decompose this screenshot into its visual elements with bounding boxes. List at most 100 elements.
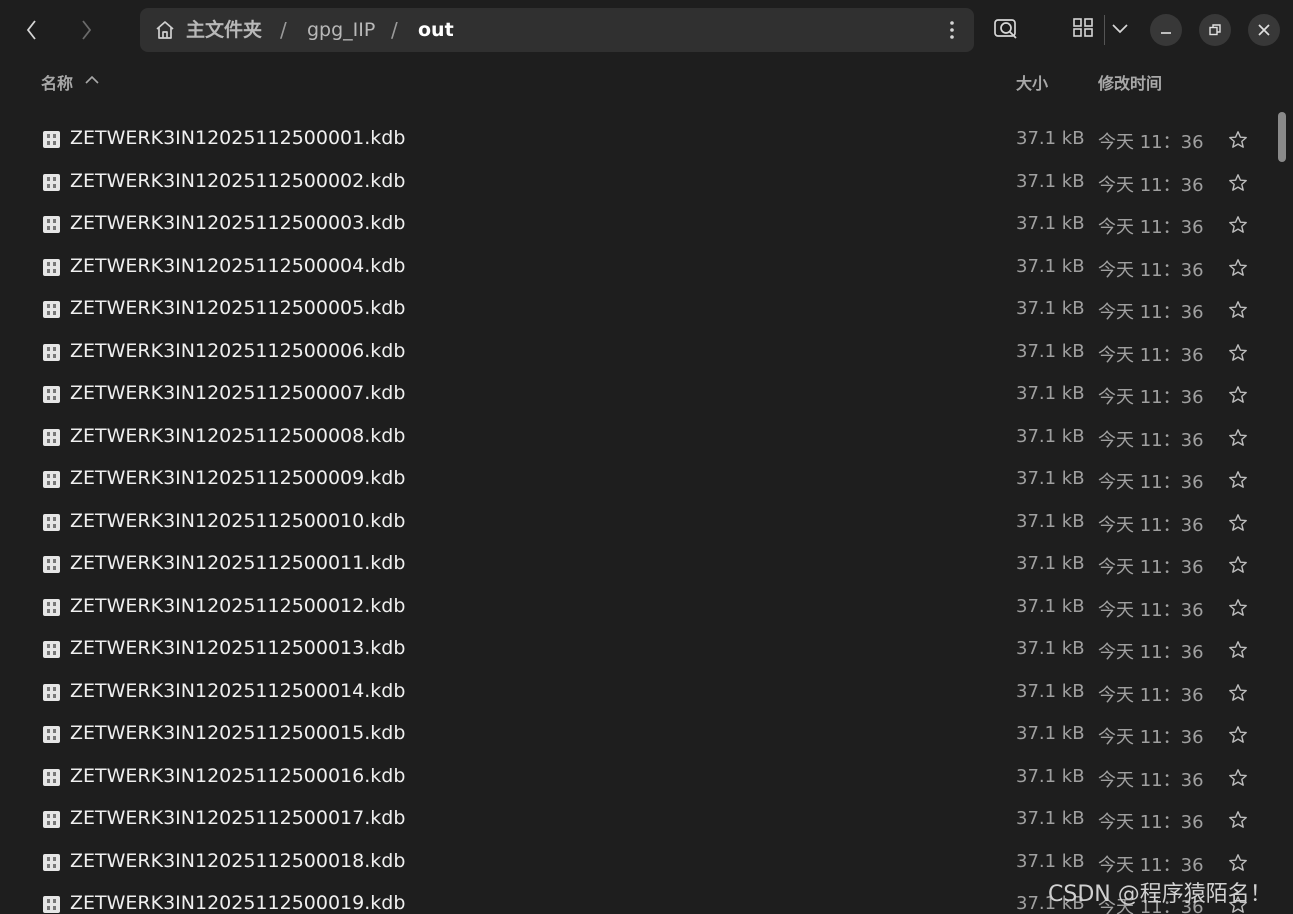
binary-file-icon (43, 896, 60, 913)
column-header: 名称 大小 修改时间 (0, 60, 1293, 102)
file-name: ZETWERK3IN12025112500013.kdb (70, 637, 406, 659)
file-row[interactable]: ZETWERK3IN12025112500011.kdb 37.1 kB 今天 11… (0, 543, 1272, 586)
star-icon[interactable] (1228, 853, 1248, 873)
star-icon[interactable] (1228, 215, 1248, 235)
file-name: ZETWERK3IN12025112500008.kdb (70, 424, 406, 447)
file-modified: 今天 11：36 (1098, 599, 1204, 621)
close-button[interactable] (1248, 14, 1280, 46)
file-row[interactable]: ZETWERK3IN12025112500002.kdb 37.1 kB 今天 11… (0, 161, 1272, 204)
column-modified-header[interactable]: 修改时间 (1098, 70, 1162, 94)
star-icon[interactable] (1228, 258, 1248, 278)
star-icon[interactable] (1228, 725, 1248, 745)
file-row[interactable]: ZETWERK3IN12025112500013.kdb 37.1 kB 今天 11… (0, 628, 1272, 671)
file-name: ZETWERK3IN12025112500002.kdb (70, 169, 406, 192)
star-icon[interactable] (1228, 810, 1248, 830)
file-row[interactable]: ZETWERK3IN12025112500012.kdb 37.1 kB 今天 11… (0, 586, 1272, 629)
search-icon[interactable] (992, 14, 1020, 42)
file-size: 37.1 kB (1016, 765, 1085, 787)
file-name: ZETWERK3IN12025112500005.kdb (70, 297, 406, 319)
file-modified: 今天 11：36 (1098, 302, 1204, 323)
file-modified: 今天 11：36 (1098, 344, 1204, 366)
binary-file-icon (43, 386, 60, 403)
scrollbar-thumb[interactable] (1278, 112, 1286, 162)
file-row[interactable]: ZETWERK3IN12025112500005.kdb 37.1 kB 今天 11… (0, 288, 1272, 331)
binary-file-icon (43, 726, 60, 743)
star-icon[interactable] (1228, 555, 1248, 575)
file-row[interactable]: ZETWERK3IN12025112500014.kdb 37.1 kB 今天 11… (0, 671, 1272, 714)
file-name: ZETWERK3IN12025112500012.kdb (70, 594, 406, 617)
file-size: 37.1 kB (1016, 128, 1085, 149)
scrollbar[interactable] (1278, 108, 1286, 914)
binary-file-icon (43, 641, 60, 658)
file-row[interactable]: ZETWERK3IN12025112500006.kdb 37.1 kB 今天 11… (0, 331, 1272, 374)
chevron-down-icon[interactable] (1110, 18, 1130, 38)
column-name-header[interactable]: 名称 (41, 70, 73, 94)
star-icon[interactable] (1228, 385, 1248, 405)
breadcrumb-gpg-iip[interactable]: gpg_IIP (307, 8, 375, 52)
file-modified: 今天 11：36 (1098, 557, 1204, 578)
binary-file-icon (43, 428, 60, 446)
star-icon[interactable] (1228, 470, 1248, 490)
star-icon[interactable] (1228, 130, 1248, 150)
star-icon[interactable] (1228, 428, 1248, 448)
file-modified: 今天 11：36 (1098, 812, 1204, 833)
file-row[interactable]: ZETWERK3IN12025112500017.kdb 37.1 kB 今天 11… (0, 798, 1272, 841)
file-modified: 今天 11：36 (1098, 387, 1204, 408)
star-icon[interactable] (1228, 598, 1248, 618)
file-name: ZETWERK3IN12025112500018.kdb (70, 849, 406, 872)
chevron-up-icon[interactable] (85, 74, 99, 86)
file-size: 37.1 kB (1016, 553, 1085, 574)
binary-file-icon (43, 131, 60, 148)
star-icon[interactable] (1228, 300, 1248, 320)
binary-file-icon (43, 853, 60, 871)
binary-file-icon (43, 683, 60, 701)
star-icon[interactable] (1228, 640, 1248, 660)
kebab-menu-icon[interactable] (940, 18, 964, 42)
breadcrumb-home[interactable]: 主文件夹 (186, 8, 262, 52)
star-icon[interactable] (1228, 513, 1248, 533)
file-name: ZETWERK3IN12025112500006.kdb (70, 339, 406, 362)
file-size: 37.1 kB (1016, 425, 1085, 447)
column-size-header[interactable]: 大小 (1016, 70, 1048, 94)
binary-file-icon (43, 598, 60, 616)
file-name: ZETWERK3IN12025112500010.kdb (70, 509, 406, 532)
forward-button[interactable] (64, 8, 108, 52)
breadcrumb-separator: / (391, 18, 398, 42)
file-row[interactable]: ZETWERK3IN12025112500009.kdb 37.1 kB 今天 11… (0, 458, 1272, 501)
path-bar[interactable]: 主文件夹 / gpg_IIP / out (140, 8, 974, 52)
star-icon[interactable] (1228, 173, 1248, 193)
back-button[interactable] (10, 8, 54, 52)
file-row[interactable]: ZETWERK3IN12025112500010.kdb 37.1 kB 今天 11… (0, 501, 1272, 544)
file-row[interactable]: ZETWERK3IN12025112500004.kdb 37.1 kB 今天 11… (0, 246, 1272, 289)
file-name: ZETWERK3IN12025112500009.kdb (70, 467, 406, 489)
file-modified: 今天 11：36 (1098, 259, 1204, 281)
file-modified: 今天 11：36 (1098, 174, 1204, 196)
file-size: 37.1 kB (1016, 468, 1085, 489)
file-row[interactable]: ZETWERK3IN12025112500007.kdb 37.1 kB 今天 11… (0, 373, 1272, 416)
file-size: 37.1 kB (1016, 255, 1085, 277)
minimize-icon (1161, 32, 1171, 34)
star-icon[interactable] (1228, 683, 1248, 703)
minimize-button[interactable] (1150, 14, 1182, 46)
file-size: 37.1 kB (1016, 723, 1085, 744)
restore-button[interactable] (1199, 14, 1231, 46)
file-row[interactable]: ZETWERK3IN12025112500016.kdb 37.1 kB 今天 11… (0, 756, 1272, 799)
file-row[interactable]: ZETWERK3IN12025112500003.kdb 37.1 kB 今天 11… (0, 203, 1272, 246)
file-row[interactable]: ZETWERK3IN12025112500015.kdb 37.1 kB 今天 11… (0, 713, 1272, 756)
star-icon[interactable] (1228, 768, 1248, 788)
file-size: 37.1 kB (1016, 595, 1085, 617)
binary-file-icon (43, 301, 60, 318)
file-name: ZETWERK3IN12025112500001.kdb (70, 127, 406, 149)
breadcrumb-current[interactable]: out (418, 8, 454, 52)
file-row[interactable]: ZETWERK3IN12025112500008.kdb 37.1 kB 今天 11… (0, 416, 1272, 459)
file-name: ZETWERK3IN12025112500019.kdb (70, 892, 406, 914)
file-size: 37.1 kB (1016, 383, 1085, 404)
file-name: ZETWERK3IN12025112500004.kdb (70, 254, 406, 277)
file-row[interactable]: ZETWERK3IN12025112500001.kdb 37.1 kB 今天 11… (0, 118, 1272, 161)
star-icon[interactable] (1228, 343, 1248, 363)
file-list[interactable]: ZETWERK3IN12025112500001.kdb 37.1 kB 今天 11… (0, 118, 1272, 914)
file-size: 37.1 kB (1016, 638, 1085, 659)
grid-view-icon[interactable] (1070, 14, 1096, 40)
file-size: 37.1 kB (1016, 340, 1085, 362)
chevron-right-icon (82, 20, 92, 40)
